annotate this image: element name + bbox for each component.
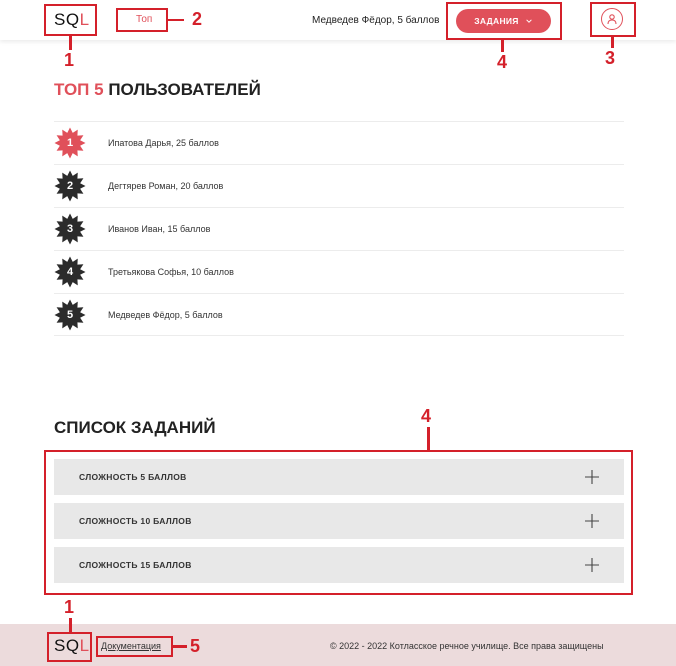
rank-row: 1 Ипатова Дарья, 25 баллов: [54, 121, 624, 164]
top-users-title: ТОП 5 ПОЛЬЗОВАТЕЛЕЙ: [54, 80, 261, 100]
top-users-list: 1 Ипатова Дарья, 25 баллов 2 Дегтярев Ро…: [54, 121, 624, 336]
rank-badge-icon: 1: [54, 127, 86, 159]
callout-line: [168, 18, 184, 21]
current-user-label: Медведев Фёдор, 5 баллов: [312, 15, 440, 26]
rank-badge-icon: 2: [54, 170, 86, 202]
callout-box-footer-logo: [47, 632, 92, 662]
top-title-rest: ПОЛЬЗОВАТЕЛЕЙ: [108, 80, 261, 99]
rank-number: 1: [66, 137, 74, 149]
callout-line: [611, 37, 614, 48]
rank-badge-icon: 4: [54, 256, 86, 288]
callout-number: 2: [192, 9, 203, 29]
callout-box-top: [116, 8, 168, 32]
rank-row: 4 Третьякова Софья, 10 баллов: [54, 250, 624, 293]
callout-number: 1: [64, 50, 75, 70]
rank-number: 5: [66, 308, 74, 321]
rank-row: 5 Медведев Фёдор, 5 баллов: [54, 293, 624, 336]
rank-row: 3 Иванов Иван, 15 баллов: [54, 207, 624, 250]
callout-number: 4: [497, 52, 508, 72]
callout-number: 5: [190, 636, 201, 656]
callout-line: [69, 36, 72, 50]
callout-box-tasks: [446, 2, 562, 40]
rank-number: 3: [66, 223, 74, 235]
callout-box-profile: [590, 2, 636, 37]
callout-number: 3: [605, 48, 616, 68]
callout-box-task-list: [44, 450, 633, 595]
callout-box-logo: [44, 4, 97, 36]
top-title-accent: ТОП 5: [54, 80, 104, 99]
rank-user-text: Медведев Фёдор, 5 баллов: [108, 309, 223, 320]
rank-row: 2 Дегтярев Роман, 20 баллов: [54, 164, 624, 207]
rank-number: 2: [66, 180, 74, 192]
callout-line: [173, 645, 187, 648]
tasks-list-title: СПИСОК ЗАДАНИЙ: [54, 418, 216, 437]
rank-user-text: Третьякова Софья, 10 баллов: [108, 267, 234, 277]
rank-badge-icon: 3: [54, 213, 86, 245]
callout-number: 1: [64, 597, 75, 617]
rank-number: 4: [66, 266, 74, 278]
copyright-text: © 2022 - 2022 Котласское речное училище.…: [330, 641, 604, 651]
rank-user-text: Дегтярев Роман, 20 баллов: [108, 181, 224, 191]
rank-user-text: Иванов Иван, 15 баллов: [108, 224, 211, 234]
callout-line: [69, 618, 72, 632]
callout-line: [501, 40, 504, 52]
callout-number: 4: [421, 406, 432, 426]
callout-box-docs: [96, 636, 173, 657]
rank-user-text: Ипатова Дарья, 25 баллов: [108, 138, 219, 148]
callout-line: [427, 427, 430, 451]
rank-badge-icon: 5: [54, 299, 86, 331]
